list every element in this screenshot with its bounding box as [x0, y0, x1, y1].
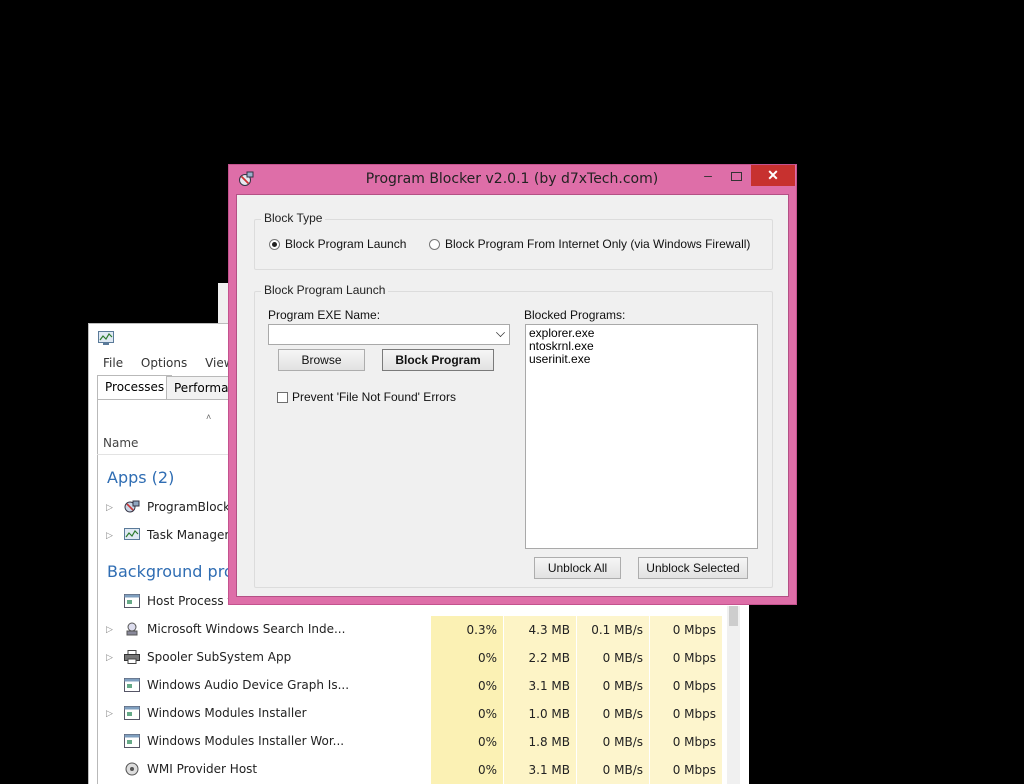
sort-up-icon[interactable]: ˄ [206, 412, 211, 422]
cpu-cell: 0% [431, 728, 503, 756]
block-launch-legend: Block Program Launch [261, 283, 389, 297]
disk-cell: 0 MB/s [577, 672, 649, 700]
memory-cell: 3.1 MB [504, 672, 576, 700]
column-header-name[interactable]: Name [103, 436, 138, 450]
prevent-errors-label: Prevent 'File Not Found' Errors [292, 390, 456, 404]
list-item[interactable]: userinit.exe [529, 353, 754, 366]
window-client-area: Block Type Block Program Launch Block Pr… [236, 194, 789, 597]
group-apps: Apps (2) [107, 468, 175, 487]
process-name: Windows Audio Device Graph Is... [147, 678, 350, 692]
expand-icon[interactable]: ▷ [106, 624, 113, 635]
disk-cell: 0 MB/s [577, 700, 649, 728]
disk-cell: 0.1 MB/s [577, 616, 649, 644]
expand-icon[interactable]: ▷ [106, 530, 113, 541]
process-name: Windows Modules Installer Wor... [147, 734, 345, 748]
chevron-down-icon[interactable] [496, 328, 505, 337]
vertical-scrollbar[interactable] [727, 606, 740, 784]
blocked-programs-list[interactable]: explorer.exe ntoskrnl.exe userinit.exe [525, 324, 758, 549]
close-button[interactable]: ✕ [751, 165, 795, 186]
disk-cell: 0 MB/s [577, 756, 649, 784]
minimize-button[interactable]: – [694, 168, 722, 186]
disk-cell: 0 MB/s [577, 728, 649, 756]
memory-cell: 4.3 MB [504, 616, 576, 644]
blocked-programs-label: Blocked Programs: [524, 308, 626, 322]
checkbox-unchecked-icon [277, 391, 288, 403]
network-cell: 0 Mbps [650, 672, 722, 700]
task-manager-menubar: File Options View [103, 356, 248, 370]
process-name: WMI Provider Host [147, 762, 258, 776]
block-program-button[interactable]: Block Program [382, 349, 494, 371]
memory-cell: 1.0 MB [504, 700, 576, 728]
radio-label: Block Program From Internet Only (via Wi… [445, 237, 751, 251]
expand-icon[interactable]: ▷ [106, 502, 113, 513]
radio-block-internet-only[interactable]: Block Program From Internet Only (via Wi… [429, 237, 750, 251]
memory-cell: 1.8 MB [504, 728, 576, 756]
window-process-icon [124, 678, 140, 692]
table-row[interactable]: Windows Audio Device Graph Is... 0% 3.1 … [98, 672, 738, 700]
cpu-cell: 0.3% [431, 616, 503, 644]
network-cell: 0 Mbps [650, 728, 722, 756]
wmi-provider-icon [125, 762, 139, 776]
program-blocker-icon [124, 500, 140, 513]
process-name: Microsoft Windows Search Inde... [147, 622, 346, 636]
memory-cell: 2.2 MB [504, 644, 576, 672]
task-manager-icon [124, 528, 140, 540]
task-manager-icon [98, 331, 114, 345]
radio-label: Block Program Launch [285, 237, 407, 251]
network-cell: 0 Mbps [650, 616, 722, 644]
cpu-cell: 0% [431, 700, 503, 728]
process-name: Task Manager [147, 528, 230, 542]
radio-block-program-launch[interactable]: Block Program Launch [269, 237, 406, 251]
block-type-legend: Block Type [261, 211, 326, 225]
expand-icon[interactable]: ▷ [106, 708, 113, 719]
printer-icon [124, 650, 140, 664]
table-row[interactable]: ▷ Microsoft Windows Search Inde... 0.3% … [98, 616, 738, 644]
cpu-cell: 0% [431, 672, 503, 700]
network-cell: 0 Mbps [650, 700, 722, 728]
program-blocker-window: Program Blocker v2.0.1 (by d7xTech.com) … [228, 164, 797, 605]
network-cell: 0 Mbps [650, 756, 722, 784]
expand-icon[interactable]: ▷ [106, 652, 113, 663]
menu-options[interactable]: Options [141, 356, 187, 370]
window-process-icon [124, 594, 140, 608]
process-name: Windows Modules Installer [147, 706, 307, 720]
table-row[interactable]: ▷ Spooler SubSystem App 0% 2.2 MB 0 MB/s… [98, 644, 738, 672]
radio-selected-icon [269, 238, 280, 250]
unblock-selected-button[interactable]: Unblock Selected [638, 557, 748, 579]
process-name: Spooler SubSystem App [147, 650, 292, 664]
menu-file[interactable]: File [103, 356, 123, 370]
browse-button[interactable]: Browse [278, 349, 365, 371]
network-cell: 0 Mbps [650, 644, 722, 672]
exe-name-combobox[interactable] [268, 324, 510, 345]
table-row[interactable]: WMI Provider Host 0% 3.1 MB 0 MB/s 0 Mbp… [98, 756, 738, 784]
table-row[interactable]: ▷ Windows Modules Installer 0% 1.0 MB 0 … [98, 700, 738, 728]
memory-cell: 3.1 MB [504, 756, 576, 784]
radio-unselected-icon [429, 238, 440, 250]
tab-processes[interactable]: Processes [97, 375, 173, 400]
exe-name-label: Program EXE Name: [268, 308, 381, 322]
scrollbar-thumb[interactable] [729, 606, 738, 626]
disk-cell: 0 MB/s [577, 644, 649, 672]
window-process-icon [124, 734, 140, 748]
window-process-icon [124, 706, 140, 720]
table-row[interactable]: Windows Modules Installer Wor... 0% 1.8 … [98, 728, 738, 756]
cpu-cell: 0% [431, 644, 503, 672]
unblock-all-button[interactable]: Unblock All [534, 557, 621, 579]
maximize-icon [731, 172, 742, 181]
maximize-button[interactable] [723, 168, 751, 186]
cpu-cell: 0% [431, 756, 503, 784]
prevent-errors-checkbox[interactable]: Prevent 'File Not Found' Errors [277, 390, 456, 404]
search-indexer-icon [126, 622, 138, 636]
